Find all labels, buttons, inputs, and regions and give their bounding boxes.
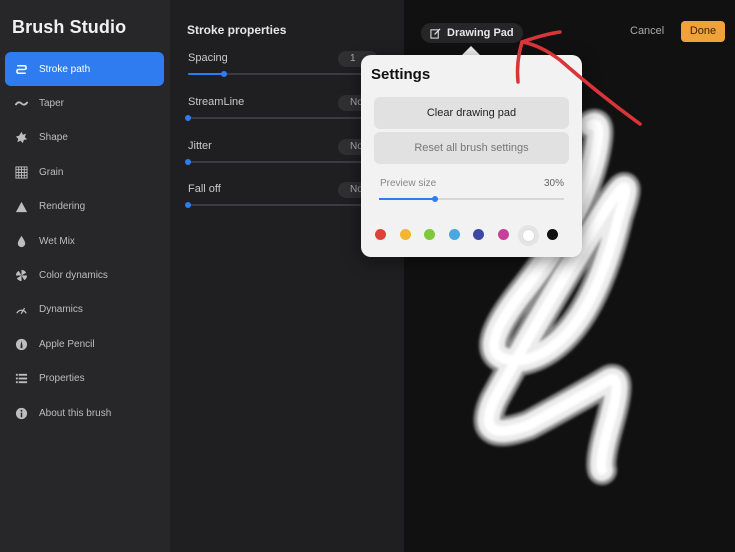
wet-mix-icon xyxy=(15,235,28,248)
color-swatch[interactable] xyxy=(473,229,484,240)
jitter-label: Jitter xyxy=(188,140,212,152)
sidebar-item-dynamics[interactable]: Dynamics xyxy=(5,292,164,326)
sidebar-item-label: Wet Mix xyxy=(39,235,75,247)
popup-arrow xyxy=(462,46,480,55)
jitter-slider[interactable] xyxy=(185,159,388,165)
apple-pencil-icon xyxy=(15,338,28,351)
sidebar-item-label: Rendering xyxy=(39,200,86,212)
properties-icon xyxy=(15,372,28,385)
color-swatch[interactable] xyxy=(522,229,535,242)
sidebar-item-about-this-brush[interactable]: About this brush xyxy=(5,396,164,430)
streamline-slider-thumb[interactable] xyxy=(185,115,191,121)
stroke-path-icon xyxy=(15,63,28,76)
sidebar-item-label: Shape xyxy=(39,131,68,143)
sidebar-item-taper[interactable]: Taper xyxy=(5,86,164,120)
sidebar-item-label: Stroke path xyxy=(39,63,91,75)
fall-off-slider-thumb[interactable] xyxy=(185,202,191,208)
spacing-slider[interactable] xyxy=(188,71,388,77)
shape-icon xyxy=(15,131,28,144)
color-swatch[interactable] xyxy=(448,229,460,240)
spacing-slider-thumb[interactable] xyxy=(221,71,227,77)
fall-off-label: Fall off xyxy=(188,183,221,195)
taper-icon xyxy=(15,97,28,110)
color-swatch[interactable] xyxy=(546,229,558,240)
drawing-pad-button[interactable]: Drawing Pad xyxy=(421,23,523,43)
clear-drawing-pad-button[interactable]: Clear drawing pad xyxy=(374,97,569,129)
app-title: Brush Studio xyxy=(12,17,127,37)
grain-icon xyxy=(15,165,28,179)
color-dynamics-icon xyxy=(15,269,28,282)
sidebar-item-wet-mix[interactable]: Wet Mix xyxy=(5,224,164,258)
sidebar-item-label: Grain xyxy=(39,166,64,178)
dynamics-icon xyxy=(15,303,28,316)
color-swatch[interactable] xyxy=(497,229,509,240)
sidebar-item-label: Taper xyxy=(39,97,65,109)
spacing-slider-fill xyxy=(188,73,224,75)
sidebar-item-apple-pencil[interactable]: Apple Pencil xyxy=(5,327,164,361)
preview-size-fill xyxy=(379,198,435,200)
done-button[interactable]: Done xyxy=(681,21,725,42)
color-swatch[interactable] xyxy=(399,229,411,240)
sidebar-item-label: Properties xyxy=(39,372,85,384)
cancel-button[interactable]: Cancel xyxy=(630,25,664,37)
sidebar-item-label: Dynamics xyxy=(39,303,83,315)
color-swatches xyxy=(375,227,571,243)
sidebar-item-shape[interactable]: Shape xyxy=(5,120,164,154)
info-icon xyxy=(15,407,28,420)
sidebar-item-properties[interactable]: Properties xyxy=(5,361,164,395)
drawing-pad-label: Drawing Pad xyxy=(447,27,514,39)
jitter-slider-thumb[interactable] xyxy=(185,159,191,165)
preview-size-slider[interactable] xyxy=(379,196,564,202)
fall-off-slider[interactable] xyxy=(185,202,388,208)
color-swatch[interactable] xyxy=(375,229,386,240)
sidebar-item-label: Apple Pencil xyxy=(39,338,95,350)
reset-brush-settings-button[interactable]: Reset all brush settings xyxy=(374,132,569,164)
sidebar-item-color-dynamics[interactable]: Color dynamics xyxy=(5,258,164,292)
sidebar-item-rendering[interactable]: Rendering xyxy=(5,189,164,223)
sidebar: Brush Studio Stroke path Taper Shape Gra… xyxy=(0,0,170,552)
rendering-icon xyxy=(15,200,28,213)
streamline-slider[interactable] xyxy=(185,115,388,121)
settings-popup: Settings Clear drawing pad Reset all bru… xyxy=(361,55,582,257)
panel-title: Stroke properties xyxy=(187,23,287,37)
popup-title: Settings xyxy=(371,66,431,83)
edit-icon xyxy=(430,27,441,39)
spacing-label: Spacing xyxy=(188,52,228,64)
streamline-label: StreamLine xyxy=(188,96,245,108)
color-swatch[interactable] xyxy=(424,229,435,240)
preview-size-label: Preview size xyxy=(380,178,437,189)
preview-size-value: 30% xyxy=(543,178,564,189)
preview-size-thumb[interactable] xyxy=(431,196,438,202)
sidebar-item-grain[interactable]: Grain xyxy=(5,155,164,189)
sidebar-item-label: About this brush xyxy=(39,407,112,419)
sidebar-item-stroke-path[interactable]: Stroke path xyxy=(5,52,164,86)
sidebar-item-label: Color dynamics xyxy=(39,269,108,281)
